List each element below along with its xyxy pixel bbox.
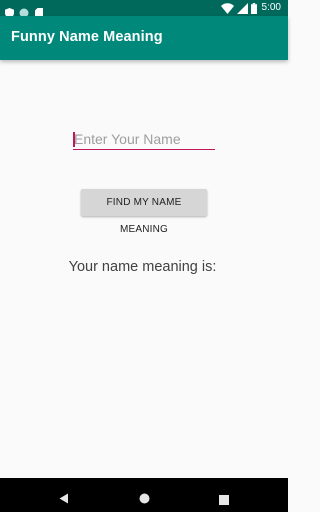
app-bar: Funny Name Meaning bbox=[0, 16, 288, 60]
navigation-bar bbox=[0, 478, 288, 512]
battery-icon bbox=[250, 0, 257, 18]
status-right-icons: 5:00 bbox=[220, 0, 281, 18]
wifi-icon bbox=[220, 0, 234, 18]
back-icon[interactable] bbox=[59, 489, 69, 508]
home-icon[interactable] bbox=[139, 489, 150, 508]
find-name-meaning-button[interactable]: FIND MY NAME MEANING bbox=[81, 189, 207, 235]
status-time: 5:00 bbox=[261, 2, 281, 13]
text-cursor bbox=[73, 132, 75, 147]
app-title: Funny Name Meaning bbox=[11, 29, 163, 45]
status-bar: 5:00 bbox=[0, 0, 288, 18]
name-input[interactable] bbox=[73, 128, 215, 150]
signal-icon bbox=[236, 0, 248, 18]
recents-icon[interactable] bbox=[219, 490, 229, 509]
result-label: Your name meaning is: bbox=[68, 259, 217, 275]
